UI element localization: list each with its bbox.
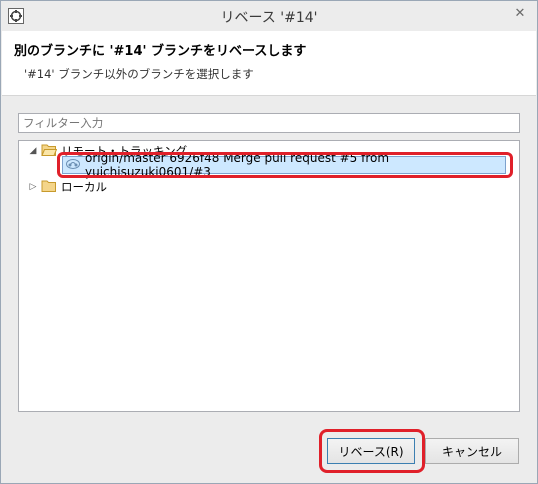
red-highlight-rebase-button [319,429,425,473]
header-subtitle: '#14' ブランチ以外のブランチを選択します [24,67,254,81]
window-title: リベース '#14' [220,10,318,26]
expand-icon[interactable]: ▷ [27,182,39,192]
red-highlight-selection [57,152,513,178]
tree-node-local[interactable]: ▷ ローカル [27,177,107,197]
title-bar: リベース '#14' ✕ [1,1,537,31]
cancel-button[interactable]: キャンセル [425,438,519,464]
filter-input[interactable] [18,113,520,133]
close-icon[interactable]: ✕ [509,3,531,23]
open-folder-icon [41,143,58,160]
local-label: ローカル [61,180,107,194]
header-title: 別のブランチに '#14' ブランチをリベースします [14,44,307,59]
branch-tree[interactable]: ◢ リモート・トラッキング origin/master 6926f48 Merg… [18,140,520,412]
collapse-icon[interactable]: ◢ [27,146,39,156]
dialog-header: 別のブランチに '#14' ブランチをリベースします '#14' ブランチ以外の… [2,31,536,96]
folder-icon [41,179,57,196]
rebase-dialog: リベース '#14' ✕ 別のブランチに '#14' ブランチをリベースします … [0,0,538,484]
